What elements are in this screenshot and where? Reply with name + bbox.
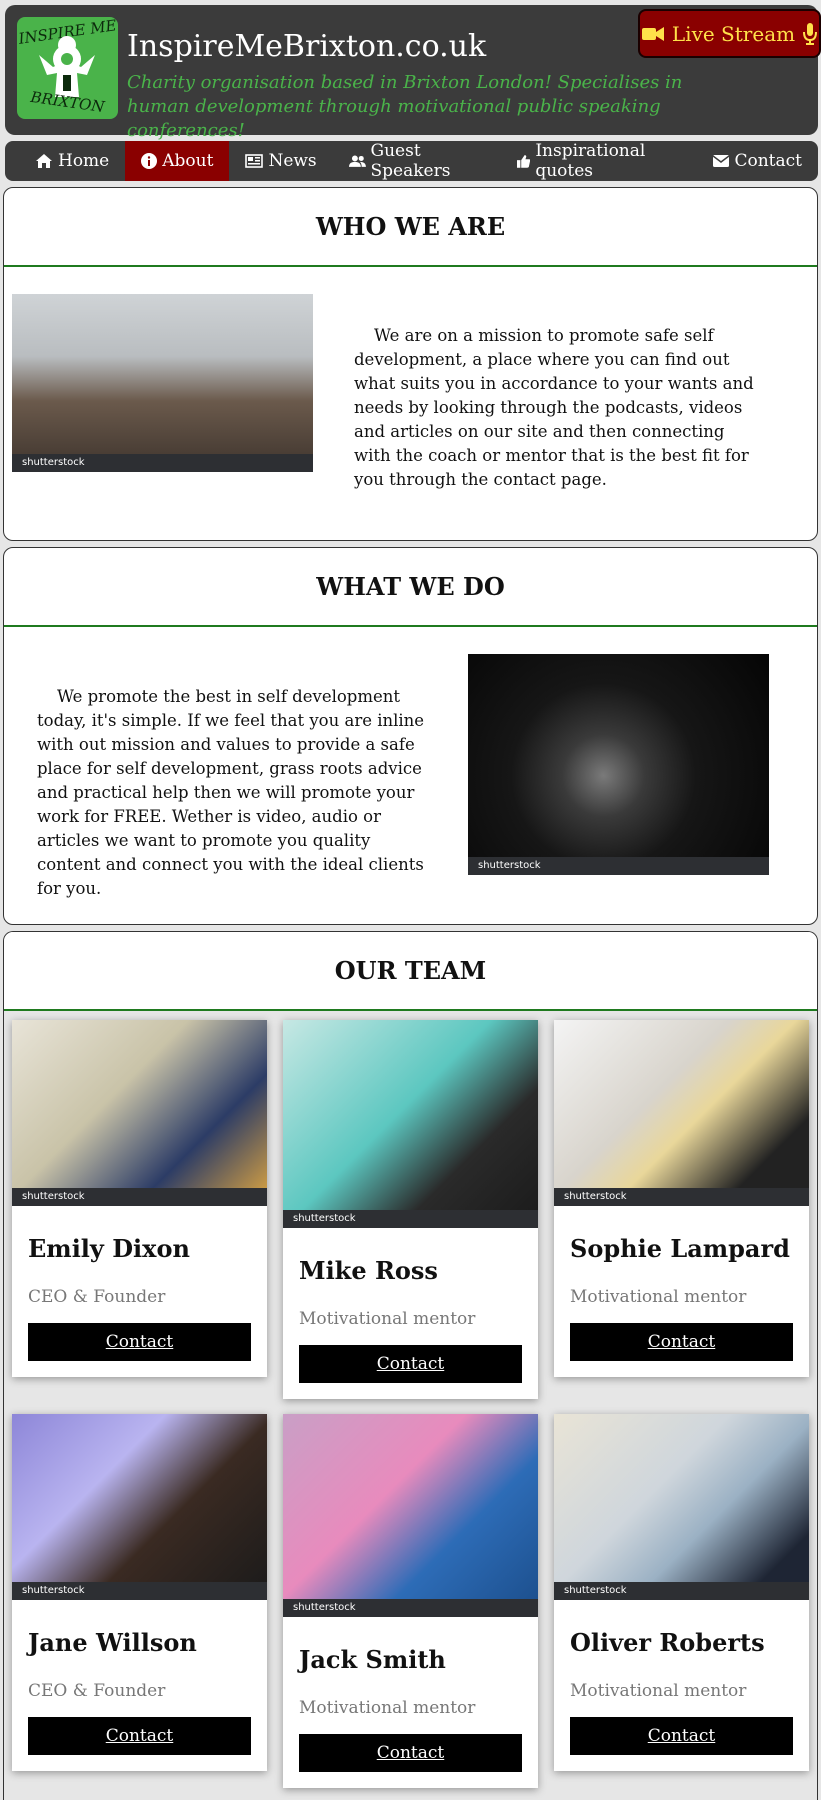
info-icon	[141, 153, 158, 169]
image-watermark: shutterstock	[468, 857, 769, 875]
member-name: Emily Dixon	[28, 1234, 190, 1263]
what-we-do-text: We promote the best in self development …	[37, 687, 425, 898]
section-heading: WHO WE ARE	[4, 188, 817, 267]
member-name: Jane Willson	[28, 1628, 197, 1657]
member-role: Motivational mentor	[299, 1309, 476, 1329]
team-card-oliver-roberts: shutterstock Oliver Roberts Motivational…	[554, 1414, 809, 1771]
nav-label: News	[268, 151, 317, 171]
contact-button[interactable]: Contact	[570, 1717, 793, 1755]
team-card-jack-smith: shutterstock Jack Smith Motivational men…	[283, 1414, 538, 1788]
nav-label: About	[162, 151, 214, 171]
nav-item-home[interactable]: Home	[25, 141, 125, 181]
nav-item-contact[interactable]: Contact	[697, 141, 818, 181]
image-watermark: shutterstock	[12, 454, 313, 472]
who-we-are-section: WHO WE ARE shutterstock We are on a miss…	[3, 187, 818, 541]
home-icon	[36, 154, 52, 168]
conference-audience-image: shutterstock	[12, 294, 313, 472]
nav-label: Inspirational quotes	[535, 141, 646, 181]
member-name: Sophie Lampard	[570, 1234, 790, 1263]
member-role: Motivational mentor	[299, 1698, 476, 1718]
team-card-emily-dixon: shutterstock Emily Dixon CEO & Founder C…	[12, 1020, 267, 1377]
member-role: CEO & Founder	[28, 1681, 166, 1701]
team-card-jane-willson: shutterstock Jane Willson CEO & Founder …	[12, 1414, 267, 1771]
site-title[interactable]: InspireMeBrixton.co.uk	[127, 29, 486, 64]
member-photo: shutterstock	[283, 1414, 538, 1617]
image-watermark: shutterstock	[283, 1599, 538, 1617]
member-role: Motivational mentor	[570, 1287, 747, 1307]
thumbs-up-icon	[516, 155, 531, 168]
member-photo: shutterstock	[283, 1020, 538, 1228]
contact-button[interactable]: Contact	[299, 1345, 522, 1383]
image-watermark: shutterstock	[554, 1188, 809, 1206]
section-heading: WHAT WE DO	[4, 548, 817, 627]
what-we-do-section: WHAT WE DO We promote the best in self d…	[3, 547, 818, 925]
image-watermark: shutterstock	[12, 1582, 267, 1600]
member-name: Mike Ross	[299, 1256, 438, 1285]
team-card-sophie-lampard: shutterstock Sophie Lampard Motivational…	[554, 1020, 809, 1377]
contact-button[interactable]: Contact	[299, 1734, 522, 1772]
site-header: INSPIRE ME BRIXTON InspireMeBrixton.co.u…	[5, 5, 821, 141]
nav-label: Contact	[734, 151, 802, 171]
image-watermark: shutterstock	[283, 1210, 538, 1228]
nav-item-news[interactable]: News	[229, 141, 332, 181]
contact-button[interactable]: Contact	[28, 1323, 251, 1361]
nav-item-inspirational-quotes[interactable]: Inspirational quotes	[501, 141, 698, 181]
main-nav: Home About News Guest Speakers Inspirati…	[5, 141, 818, 181]
contact-button[interactable]: Contact	[570, 1323, 793, 1361]
site-tagline: Charity organisation based in Brixton Lo…	[127, 72, 683, 141]
member-role: Motivational mentor	[570, 1681, 747, 1701]
member-name: Jack Smith	[299, 1645, 446, 1674]
contact-button[interactable]: Contact	[28, 1717, 251, 1755]
live-stream-button[interactable]: Live Stream	[638, 9, 821, 58]
nav-label: Home	[58, 151, 110, 171]
live-stream-label: Live Stream	[671, 21, 796, 46]
nav-label: Guest Speakers	[370, 141, 451, 181]
member-photo: shutterstock	[12, 1414, 267, 1600]
newspaper-icon	[245, 154, 264, 168]
member-photo: shutterstock	[12, 1020, 267, 1206]
who-we-are-text: We are on a mission to promote safe self…	[354, 326, 754, 489]
section-heading: OUR TEAM	[4, 932, 817, 1011]
site-logo[interactable]: INSPIRE ME BRIXTON	[17, 17, 118, 119]
users-icon	[348, 155, 366, 167]
nav-item-guest-speakers[interactable]: Guest Speakers	[333, 141, 501, 181]
nav-item-about[interactable]: About	[125, 141, 230, 181]
team-card-mike-ross: shutterstock Mike Ross Motivational ment…	[283, 1020, 538, 1399]
image-watermark: shutterstock	[12, 1188, 267, 1206]
speaker-on-stage-image: shutterstock	[468, 654, 769, 875]
member-name: Oliver Roberts	[570, 1628, 765, 1657]
image-watermark: shutterstock	[554, 1582, 809, 1600]
member-photo: shutterstock	[554, 1414, 809, 1600]
video-camera-icon	[641, 26, 664, 41]
our-team-section: OUR TEAM shutterstock Emily Dixon CEO & …	[3, 931, 818, 1800]
member-role: CEO & Founder	[28, 1287, 166, 1307]
microphone-icon	[803, 22, 818, 45]
member-photo: shutterstock	[554, 1020, 809, 1206]
envelope-icon	[713, 155, 730, 167]
